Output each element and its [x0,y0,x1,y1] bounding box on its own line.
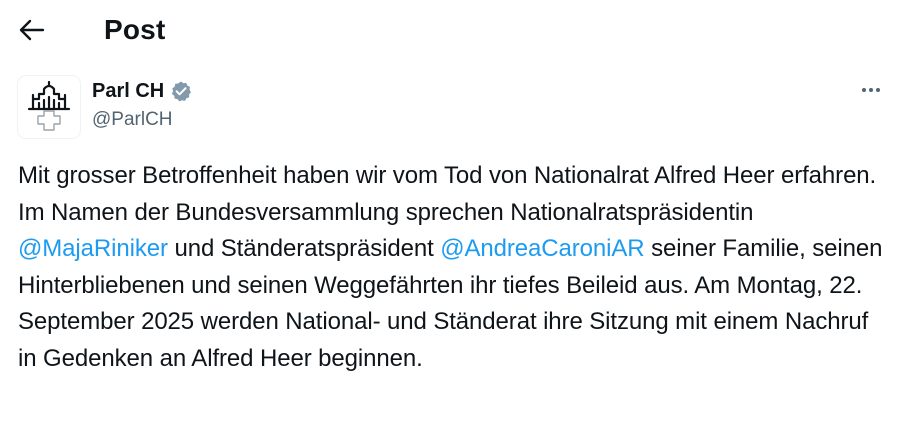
verified-badge-icon[interactable] [170,80,192,102]
author-row: Parl CH @ParlCH [18,72,888,142]
author-name[interactable]: Parl CH [92,78,164,104]
post-text: Mit grosser Betroffenheit haben wir vom … [18,158,890,377]
mention-maja-riniker[interactable]: @MajaRiniker [18,235,168,262]
page-title: Post [104,14,166,45]
more-horizontal-icon [862,88,866,92]
back-button[interactable] [14,12,50,48]
post-page: Post Parl CH @ParlCH Mit grosser Betroff… [0,0,900,422]
author-handle[interactable]: @ParlCH [92,107,173,133]
more-options-button[interactable] [854,78,888,102]
author-name-line: Parl CH [92,78,192,104]
post-header: Post [0,0,900,58]
more-horizontal-icon-dot [876,88,880,92]
post-text-part-2: und Ständeratspräsident [167,235,441,262]
parliament-building-swiss-cross-icon [27,81,71,131]
post-text-part-1: Mit grosser Betroffenheit haben wir vom … [18,162,877,226]
mention-andrea-caroni[interactable]: @AndreaCaroniAR [440,235,644,262]
avatar[interactable] [18,76,80,138]
more-horizontal-icon-dot [869,88,873,92]
arrow-left-icon [19,19,45,41]
